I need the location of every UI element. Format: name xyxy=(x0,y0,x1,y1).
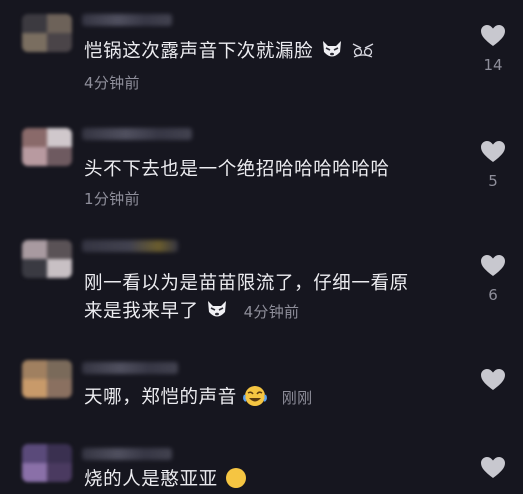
laughing-tears-emoji xyxy=(226,468,247,488)
username[interactable] xyxy=(82,14,172,26)
comment-text-line2: 来是我来早了 4分钟前 xyxy=(84,301,300,322)
heart-icon xyxy=(481,25,505,46)
like-button[interactable]: 6 xyxy=(478,254,508,304)
like-button[interactable]: 14 xyxy=(478,24,508,74)
username[interactable] xyxy=(82,128,192,140)
like-button[interactable] xyxy=(478,456,508,480)
like-count: 6 xyxy=(488,286,498,304)
username[interactable] xyxy=(82,448,172,460)
heart-icon xyxy=(481,369,505,390)
comment-text: 刚一看以为是苗苗限流了，仔细一看原 xyxy=(84,273,409,294)
username[interactable] xyxy=(82,240,178,252)
comment-time: 刚刚 xyxy=(281,389,313,407)
comment-time: 4分钟前 xyxy=(84,74,140,92)
comment-time: 1分钟前 xyxy=(84,190,140,208)
comment-time: 4分钟前 xyxy=(243,303,300,321)
like-button[interactable]: 5 xyxy=(478,140,508,190)
heart-icon xyxy=(481,457,505,478)
like-button[interactable] xyxy=(478,368,508,392)
username[interactable] xyxy=(82,362,178,374)
like-count: 5 xyxy=(488,172,498,190)
heart-icon xyxy=(481,255,505,276)
avatar[interactable] xyxy=(22,14,72,52)
comment-text: 头不下去也是一个绝招哈哈哈哈哈哈 xyxy=(84,159,390,180)
comment-text: 烧的人是憨亚亚 xyxy=(84,466,248,494)
laughing-tears-emoji xyxy=(243,386,268,406)
husky-face-emoji xyxy=(322,41,341,57)
avatar[interactable] xyxy=(22,240,72,278)
comment-text: 恺锅这次露声音下次就漏脸 xyxy=(84,38,376,66)
angry-eyes-emoji xyxy=(352,43,374,58)
avatar[interactable] xyxy=(22,128,72,166)
comment-text: 天哪，郑恺的声音 刚刚 xyxy=(84,386,313,408)
avatar[interactable] xyxy=(22,444,72,482)
heart-icon xyxy=(481,141,505,162)
avatar[interactable] xyxy=(22,360,72,398)
like-count: 14 xyxy=(483,56,503,74)
husky-face-emoji xyxy=(208,301,227,317)
